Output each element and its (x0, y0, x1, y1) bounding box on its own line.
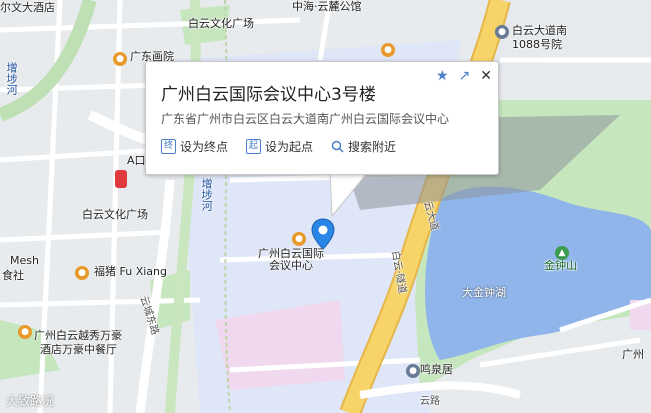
info-window: 广州白云国际会议中心3号楼 广东省广州市白云区白云大道南广州白云国际会议中心 终… (145, 61, 499, 175)
map-label: 白云文化广场 (82, 208, 148, 221)
map-label: 中海·云麓公馆 (292, 0, 362, 13)
poi-icon[interactable]: ● (406, 364, 420, 378)
place-address: 广东省广州市白云区白云大道南广州白云国际会议中心 (161, 112, 450, 126)
map-label: 尔文大酒店 (0, 1, 55, 14)
map-label: A口 (127, 154, 146, 167)
map-label: 酒店万豪中餐厅 (40, 343, 117, 356)
poi-icon[interactable]: ● (113, 52, 127, 66)
map-label: 1088号院 (512, 38, 562, 51)
action-bar: 终 设为终点 起 设为起点 搜索附近 (161, 138, 396, 155)
marker-label: 广州白云国际 会议中心 (258, 247, 324, 273)
popup-pointer (329, 172, 369, 216)
poi-icon[interactable]: ● (381, 43, 395, 57)
map-label: 食社 (2, 269, 24, 282)
map-label: 金钟山 (544, 259, 577, 272)
set-destination-button[interactable]: 终 设为终点 (161, 138, 228, 155)
share-icon[interactable]: ↗ (459, 68, 471, 84)
map-label: 鸣泉居 (420, 363, 453, 376)
lake-label: 大金钟湖 (462, 286, 506, 299)
poi-icon[interactable]: ● (495, 25, 509, 39)
popup-tools: ★ ↗ ✕ (436, 68, 492, 84)
start-point-icon: 起 (246, 139, 262, 154)
map-label: 广州 (622, 348, 644, 361)
traffic-watermark: 大致路况 (6, 394, 55, 408)
poi-icon[interactable]: ● (75, 266, 89, 280)
road-label: 云路 (420, 396, 440, 407)
map-label: 白云大道南 (512, 24, 567, 37)
poi-icon[interactable]: ▲ (555, 246, 569, 260)
poi-icon[interactable]: ● (18, 325, 32, 339)
map-label: 广州白云越秀万豪 (34, 329, 122, 342)
map-label: 白云文化广场 (188, 17, 254, 30)
map-label: 福猪 Fu Xiang (94, 265, 167, 278)
map-label: 增埗河 (5, 62, 19, 95)
star-icon[interactable]: ★ (436, 68, 449, 84)
search-icon (331, 140, 344, 153)
close-icon[interactable]: ✕ (480, 68, 492, 84)
search-nearby-button[interactable]: 搜索附近 (331, 138, 396, 155)
map-label: 增埗河 (200, 178, 214, 211)
poi-icon[interactable]: ● (292, 232, 306, 246)
set-origin-label: 设为起点 (265, 140, 314, 154)
set-origin-button[interactable]: 起 设为起点 (246, 138, 313, 155)
map-label: Mesh (10, 254, 39, 267)
location-marker-icon[interactable] (311, 218, 335, 250)
end-point-icon: 终 (161, 139, 176, 154)
set-destination-label: 设为终点 (180, 140, 229, 154)
place-title: 广州白云国际会议中心3号楼 (161, 85, 376, 105)
search-nearby-label: 搜索附近 (348, 140, 397, 154)
